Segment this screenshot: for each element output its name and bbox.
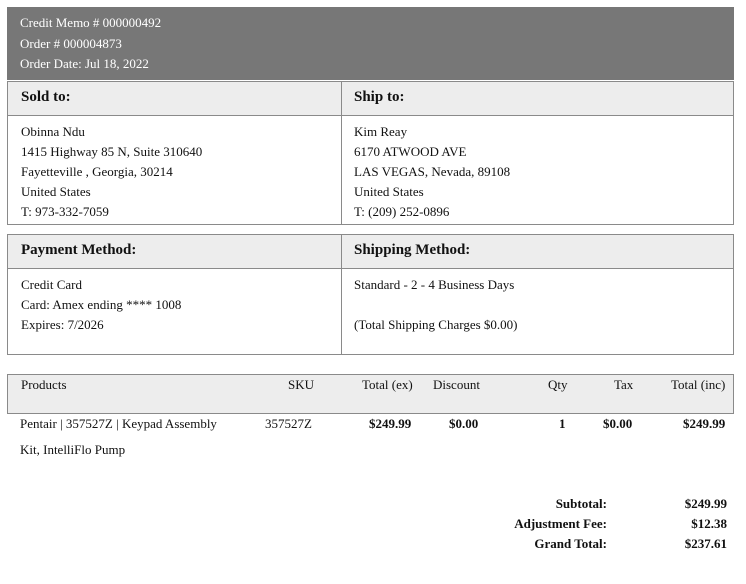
col-tax: Tax — [614, 377, 634, 392]
col-qty: Qty — [548, 377, 568, 392]
address-section: Sold to: Ship to: Obinna Ndu 1415 Highwa… — [7, 81, 734, 225]
ship-to-name: Kim Reay — [354, 124, 408, 139]
grand-total-label: Grand Total: — [534, 536, 607, 551]
col-products: Products — [21, 377, 67, 392]
payment-card: Card: Amex ending **** 1008 — [21, 297, 182, 312]
product-qty: 1 — [559, 416, 566, 431]
credit-memo-header: Credit Memo # 000000492 Order # 00000487… — [7, 7, 734, 80]
products-table-header: Products SKU Total (ex) Discount Qty Tax… — [7, 374, 734, 414]
col-total-inc: Total (inc) — [671, 377, 726, 392]
shipping-charges: (Total Shipping Charges $0.00) — [354, 317, 518, 332]
col-sku: SKU — [288, 377, 315, 392]
payment-expires: Expires: 7/2026 — [21, 317, 104, 332]
address-divider — [341, 82, 342, 224]
product-name-line1: Pentair | 357527Z | Keypad Assembly — [20, 416, 217, 431]
ship-to-city: LAS VEGAS, Nevada, 89108 — [354, 164, 511, 179]
product-total-ex: $249.99 — [369, 416, 412, 431]
payment-method-title: Payment Method: — [21, 242, 137, 258]
product-discount: $0.00 — [449, 416, 479, 431]
sold-to-street: 1415 Highway 85 N, Suite 310640 — [21, 144, 203, 159]
sold-to-title: Sold to: — [21, 89, 71, 105]
sold-to-name: Obinna Ndu — [21, 124, 85, 139]
payment-shipping-section: Payment Method: Shipping Method: Credit … — [7, 234, 734, 355]
product-tax: $0.00 — [603, 416, 633, 431]
shipping-method-title: Shipping Method: — [354, 242, 471, 258]
payment-type: Credit Card — [21, 277, 83, 292]
product-name-line2: Kit, IntelliFlo Pump — [20, 442, 126, 457]
col-total-ex: Total (ex) — [362, 377, 413, 392]
ship-to-phone: T: (209) 252-0896 — [354, 204, 450, 219]
credit-memo-number: Credit Memo # 000000492 — [20, 15, 162, 30]
subtotal-value: $249.99 — [684, 496, 727, 511]
sold-to-country: United States — [21, 184, 91, 199]
payment-shipping-divider — [341, 235, 342, 354]
sold-to-city: Fayetteville , Georgia, 30214 — [21, 164, 173, 179]
subtotal-label: Subtotal: — [555, 496, 607, 511]
ship-to-country: United States — [354, 184, 424, 199]
order-date: Order Date: Jul 18, 2022 — [20, 56, 149, 71]
order-number: Order # 000004873 — [20, 36, 122, 51]
product-total-inc: $249.99 — [683, 416, 726, 431]
ship-to-street: 6170 ATWOOD AVE — [354, 144, 467, 159]
col-discount: Discount — [433, 377, 480, 392]
ship-to-title: Ship to: — [354, 89, 405, 105]
adjustment-fee-value: $12.38 — [691, 516, 727, 531]
adjustment-fee-label: Adjustment Fee: — [514, 516, 607, 531]
product-sku: 357527Z — [265, 416, 312, 431]
grand-total-value: $237.61 — [684, 536, 727, 551]
shipping-method: Standard - 2 - 4 Business Days — [354, 277, 515, 292]
sold-to-phone: T: 973-332-7059 — [21, 204, 109, 219]
